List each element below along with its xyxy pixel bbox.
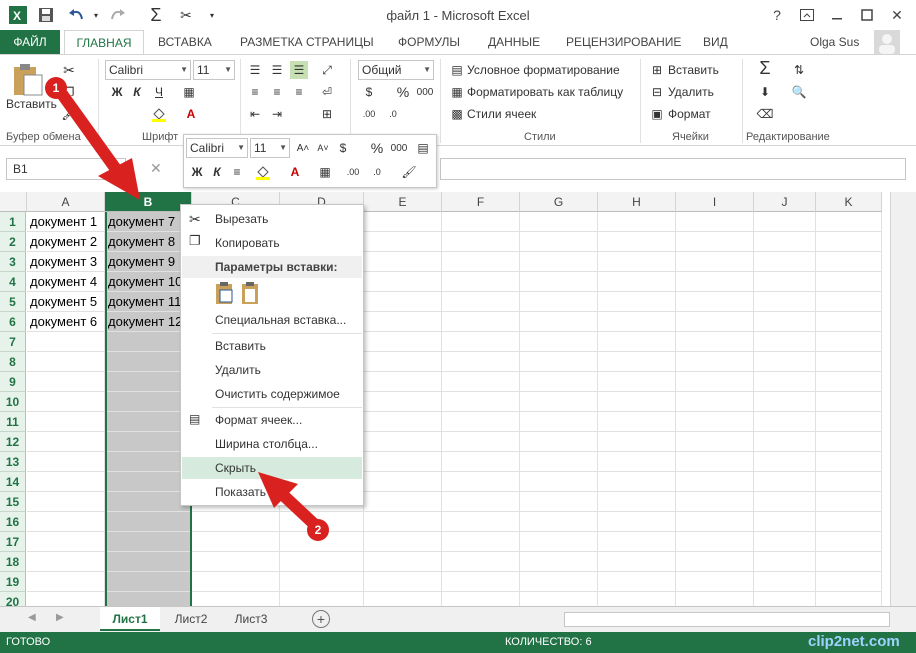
step-1-badge: 1 [52,81,60,95]
sheet-tab-2[interactable]: Лист2 [162,607,220,631]
status-ready: ГОТОВО [6,636,51,648]
sheet-tab-1[interactable]: Лист1 [100,607,160,631]
sheet-tab-bar: ◀ ▶ Лист1 Лист2 Лист3 + [0,606,916,632]
arrow-1 [45,77,140,200]
status-count: КОЛИЧЕСТВО: 6 [505,636,592,648]
vertical-scrollbar[interactable] [890,192,916,606]
sheet-tab-3[interactable]: Лист3 [222,607,280,631]
status-bar: ГОТОВО КОЛИЧЕСТВО: 6 clip2net.com [0,632,916,653]
add-sheet-icon[interactable]: + [312,610,330,628]
horizontal-scrollbar[interactable] [564,612,890,627]
annotation-overlay [45,77,329,541]
prev-sheet-icon[interactable]: ◀ [28,612,36,623]
watermark-logo: clip2net.com [808,633,900,650]
next-sheet-icon[interactable]: ▶ [56,612,64,623]
step-2-badge: 2 [314,523,322,537]
